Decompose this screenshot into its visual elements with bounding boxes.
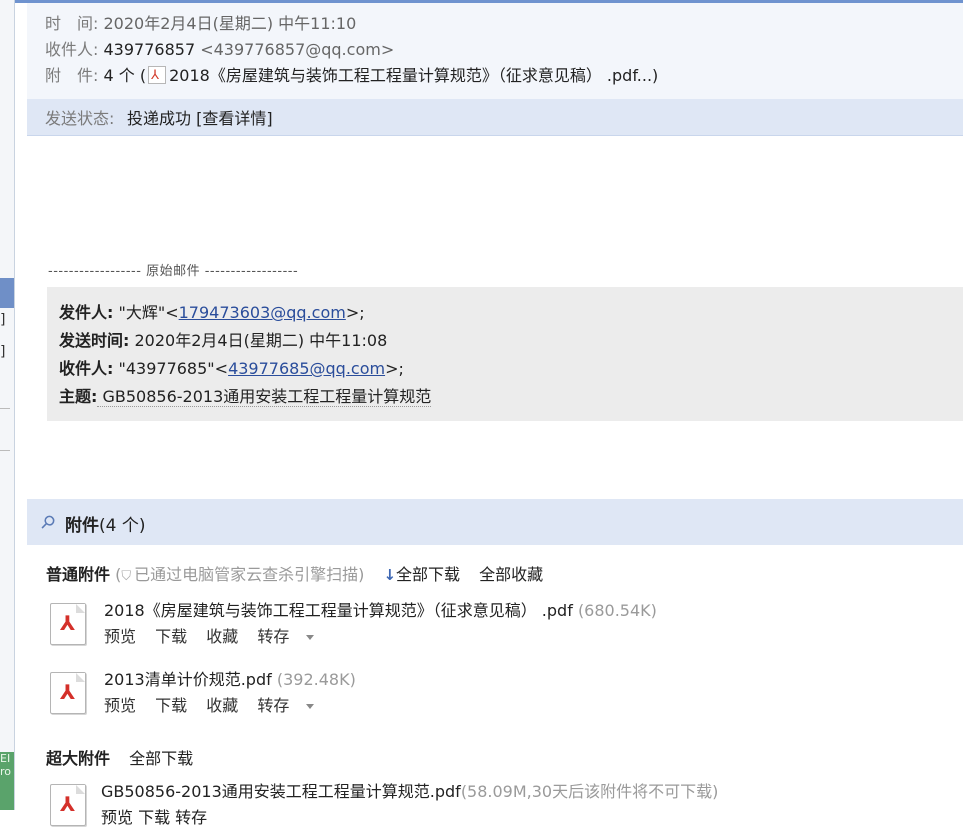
attachment-name-row: GB50856-2013通用安装工程工程量计算规范.pdf(58.09M,30天… [101,778,718,802]
pdf-icon[interactable]: ⅄ [50,672,86,714]
status-value[interactable]: 投递成功 [查看详情] [127,105,273,129]
attachment-first-link[interactable]: 2018《房屋建筑与装饰工程工程量计算规范》（征求意见稿） .pdf...) [169,66,658,85]
orig-from-label: 发件人: [59,303,114,322]
large-attachments-bar: 超大附件 全部下载 [46,745,193,769]
download-arrow-icon: ↓ [383,566,397,584]
favorite-link[interactable]: 收藏 [206,627,238,646]
attachment-actions: 预览 下载 收藏 转存 [104,692,342,716]
time-label: 时 间: [45,14,99,33]
orig-to-email[interactable]: 43977685@qq.com [228,359,385,378]
shield-icon: ⛉ [121,569,132,584]
background-tab [0,278,14,308]
attachment-item: ⅄ 2018《房屋建筑与装饰工程工程量计算规范》（征求意见稿） .pdf (68… [46,597,946,657]
download-all-label: 全部下载 [396,565,461,584]
status-label: 发送状态: [45,109,115,128]
orig-from-tail: >; [345,303,365,322]
transfer-dropdown[interactable]: 转存 [257,627,328,646]
attachment-size: (58.09M,30天后该附件将不可下载) [460,782,719,801]
original-mail-info: 发件人: "大辉"<179473603@qq.com>; 发送时间: 2020年… [47,287,963,421]
attachments-count: (4 个) [99,516,146,536]
attachment-name-row: 2013清单计价规范.pdf (392.48K) [104,666,356,690]
attachments-header: ⚲ 附件(4 个) [27,499,963,545]
orig-subject-row: 主题: GB50856-2013通用安装工程工程量计算规范 [59,384,432,410]
background-widget: EI ro [0,752,14,810]
delivery-status-bar: 发送状态: 投递成功 [查看详情] [27,99,963,136]
large-attachment-item: ⅄ GB50856-2013通用安装工程工程量计算规范.pdf(58.09M,3… [46,778,946,838]
divider [0,408,10,409]
recipient-name[interactable]: 439776857 [104,40,196,59]
orig-subject-label: 主题: [59,387,98,406]
pdf-icon[interactable]: ⅄ [50,603,86,645]
transfer-label: 转存 [257,627,290,646]
orig-subject-value: GB50856-2013通用安装工程工程量计算规范 [97,387,432,407]
original-mail-separator: ------------------ 原始邮件 ----------------… [48,264,299,279]
orig-from-row: 发件人: "大辉"<179473603@qq.com>; [59,300,365,326]
caret-down-icon [306,635,315,640]
attachment-size: (680.54K) [577,601,657,620]
attachment-actions: 预览 下载 收藏 转存 [104,623,342,647]
time-value: 2020年2月4日(星期二) 中午11:10 [103,14,357,33]
attachments-title: 附件(4 个) [65,511,145,536]
attachment-count: 4 个 ( [103,66,147,85]
divider [0,450,10,451]
download-all-button[interactable]: ↓全部下载 [383,565,460,584]
caret-down-icon [306,704,315,709]
preview-link[interactable]: 预览 [104,696,136,715]
mail-header-info: 时 间: 2020年2月4日(星期二) 中午11:10 收件人: 4397768… [27,3,963,99]
paperclip-icon: ⚲ [35,510,60,535]
background-window-strip: ] ] EI ro [0,0,15,810]
save-all-button[interactable]: 全部收藏 [479,565,543,584]
large-attachments-label: 超大附件 [46,749,111,768]
preview-link[interactable]: 预览 [104,627,136,646]
orig-sent-row: 发送时间: 2020年2月4日(星期二) 中午11:08 [59,328,387,354]
attachment-name[interactable]: 2013清单计价规范.pdf [104,670,272,689]
download-link[interactable]: 下载 [155,696,187,715]
normal-attachments-bar: 普通附件 (⛉ 已通过电脑管家云查杀引擎扫描) ↓全部下载 全部收藏 [46,561,543,585]
favorite-link[interactable]: 收藏 [206,696,238,715]
orig-from-email[interactable]: 179473603@qq.com [179,303,346,322]
transfer-label: 转存 [257,696,290,715]
orig-to-row: 收件人: "43977685"<43977685@qq.com>; [59,356,404,382]
large-download-all-button[interactable]: 全部下载 [129,749,193,768]
time-row: 时 间: 2020年2月4日(星期二) 中午11:10 [45,12,356,36]
bracket-mark: ] [0,312,6,328]
recipient-row: 收件人: 439776857 <439776857@qq.com> [45,38,394,62]
attachment-size: (392.48K) [276,670,356,689]
recipient-email: <439776857@qq.com> [200,40,395,59]
orig-sent-label: 发送时间: [59,331,130,350]
orig-to-label: 收件人: [59,359,114,378]
pdf-icon[interactable]: ⅄ [50,784,86,826]
bracket-mark: ] [0,344,6,360]
orig-to-tail: >; [385,359,404,378]
normal-attachments-label: 普通附件 [46,565,111,584]
recipient-label: 收件人: [45,40,99,59]
attachment-item: ⅄ 2013清单计价规范.pdf (392.48K) 预览 下载 收藏 转存 [46,666,946,726]
pdf-icon [148,64,167,88]
attachment-actions[interactable]: 预览 下载 转存 [101,804,207,828]
attachment-row: 附 件: 4 个 ( 2018《房屋建筑与装饰工程工程量计算规范》（征求意见稿） … [45,64,658,88]
attachment-name-row: 2018《房屋建筑与装饰工程工程量计算规范》（征求意见稿） .pdf (680.… [104,597,657,621]
orig-sent-value: 2020年2月4日(星期二) 中午11:08 [129,331,388,350]
orig-to-name: "43977685"< [113,359,229,378]
transfer-dropdown[interactable]: 转存 [257,696,328,715]
attachment-label: 附 件: [45,66,99,85]
attachment-name[interactable]: 2018《房屋建筑与装饰工程工程量计算规范》（征求意见稿） .pdf [104,601,573,620]
attachments-title-text: 附件 [65,516,99,536]
download-link[interactable]: 下载 [155,627,187,646]
scan-note: 已通过电脑管家云查杀引擎扫描) [134,565,365,584]
orig-from-name: "大辉"< [113,303,179,322]
attachment-name[interactable]: GB50856-2013通用安装工程工程量计算规范.pdf [101,782,461,801]
